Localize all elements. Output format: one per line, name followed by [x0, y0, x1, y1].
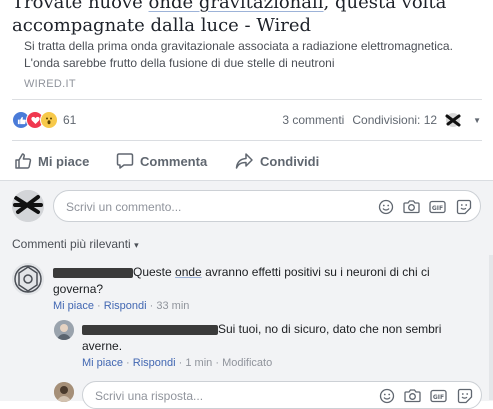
like-button-label: Mi piace	[38, 153, 90, 169]
reply-reply-link[interactable]: Rispondi	[133, 357, 176, 369]
wow-reaction-icon	[40, 111, 58, 129]
divider	[12, 140, 482, 141]
chevron-down-icon: ▾	[134, 240, 139, 250]
preview-domain: WIRED.IT	[24, 78, 76, 90]
preview-title[interactable]: Trovate nuove onde gravitazionali, quest…	[12, 0, 482, 37]
share-button-label: Condividi	[260, 153, 320, 169]
comments-filter[interactable]: Commenti più rilevanti ▾	[12, 237, 139, 251]
reply-meta: Mi piace · Rispondi · 1 min · Modificato	[82, 357, 273, 369]
comment-reply-link[interactable]: Rispondi	[104, 300, 147, 312]
composer-tools: GIF	[377, 198, 472, 215]
comment-body: Queste onde avranno effetti positivi su …	[53, 265, 430, 296]
preview-description: Si tratta della prima onda gravitazional…	[24, 39, 453, 70]
comment-button-label: Commenta	[140, 153, 208, 169]
avatar[interactable]	[54, 320, 74, 340]
svg-text:GIF: GIF	[433, 394, 444, 401]
chevron-down-icon[interactable]: ▼	[473, 116, 481, 125]
reply-composer[interactable]: GIF	[82, 381, 482, 409]
reply-timestamp[interactable]: 1 min	[185, 357, 212, 369]
reply-like-link[interactable]: Mi piace	[82, 357, 123, 369]
comments-count-link[interactable]: 3 commenti	[282, 113, 344, 127]
speech-bubble-icon	[116, 153, 134, 169]
like-button[interactable]: Mi piace	[14, 150, 89, 172]
thumbs-up-icon	[15, 153, 32, 169]
sticker-icon[interactable]	[456, 387, 473, 404]
comment-input[interactable]	[64, 197, 368, 217]
emoji-icon[interactable]	[378, 387, 395, 404]
gif-icon[interactable]: GIF	[429, 198, 446, 215]
edited-label[interactable]: Modificato	[222, 357, 272, 369]
emoji-icon[interactable]	[377, 198, 394, 215]
preview-title-highlight: onde gravitazionali	[148, 0, 324, 13]
svg-text:GIF: GIF	[432, 205, 443, 212]
reaction-count: 61	[63, 113, 77, 127]
comment-like-link[interactable]: Mi piace	[53, 300, 94, 312]
viewer-avatar[interactable]	[445, 112, 465, 128]
comment-composer[interactable]: GIF	[53, 190, 481, 222]
share-button[interactable]: Condividi	[235, 150, 319, 172]
scrollbar[interactable]	[489, 255, 493, 400]
author-name[interactable]	[82, 324, 218, 335]
reactions-summary[interactable]: 61	[12, 110, 76, 130]
share-arrow-icon	[235, 153, 253, 169]
avatar[interactable]	[12, 263, 44, 295]
reply-input[interactable]	[93, 386, 337, 406]
camera-icon[interactable]	[403, 198, 420, 215]
sticker-icon[interactable]	[455, 198, 472, 215]
composer-tools: GIF	[378, 387, 473, 404]
comment-meta: Mi piace · Rispondi · 33 min	[53, 300, 190, 312]
shares-count-link[interactable]: Condivisioni: 12	[352, 113, 437, 127]
author-name[interactable]	[53, 267, 133, 278]
camera-icon[interactable]	[404, 387, 421, 404]
comment-timestamp[interactable]: 33 min	[156, 300, 189, 312]
comment-button[interactable]: Commenta	[116, 150, 207, 172]
avatar[interactable]	[54, 382, 74, 402]
stats-right: 3 commenti Condivisioni: 12 ▼	[282, 112, 481, 128]
reply-body: Sui tuoi, no di sicuro, dato che non sem…	[82, 322, 442, 353]
gif-icon[interactable]: GIF	[430, 387, 447, 404]
avatar[interactable]	[12, 190, 44, 222]
